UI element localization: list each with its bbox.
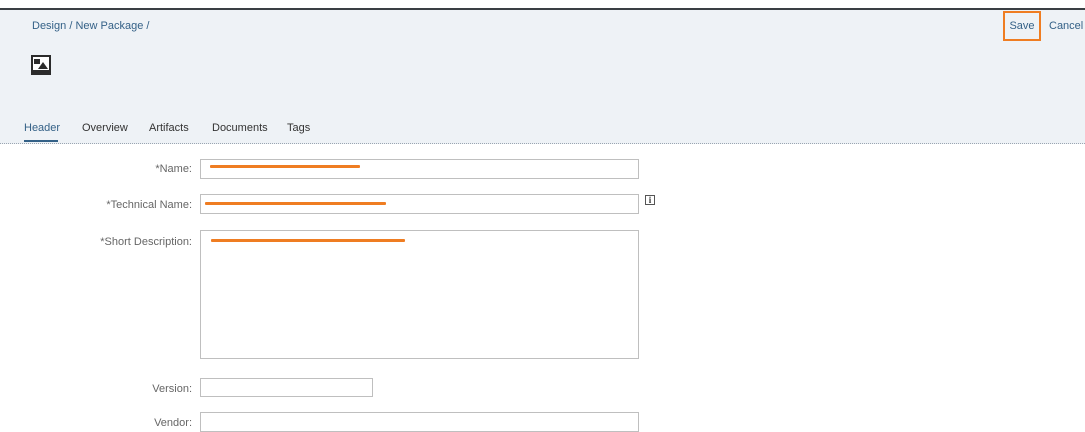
vendor-label: Vendor: [154, 417, 192, 429]
tab-artifacts[interactable]: Artifacts [149, 122, 189, 134]
breadcrumb-separator: / [146, 20, 150, 32]
info-icon[interactable]: i [645, 195, 655, 205]
redaction-mark [210, 165, 360, 168]
tab-tags[interactable]: Tags [287, 122, 310, 134]
version-label: Version: [152, 383, 192, 395]
breadcrumb-item-new-package[interactable]: New Package [75, 20, 143, 32]
cancel-button[interactable]: Cancel [1049, 11, 1083, 41]
tab-divider [0, 143, 1085, 144]
breadcrumb-item-design[interactable]: Design [32, 20, 66, 32]
tab-overview[interactable]: Overview [82, 122, 128, 134]
technical-name-label: *Technical Name: [106, 199, 192, 211]
short-description-textarea[interactable] [200, 230, 639, 359]
short-description-label: *Short Description: [100, 236, 192, 248]
save-button[interactable]: Save [1003, 11, 1041, 41]
redaction-mark [211, 239, 405, 242]
redaction-mark [205, 202, 386, 205]
tab-header[interactable]: Header [24, 122, 60, 134]
breadcrumb: Design / New Package / [32, 20, 149, 32]
name-label: *Name: [155, 163, 192, 175]
name-field[interactable] [200, 159, 639, 179]
breadcrumb-separator: / [69, 20, 73, 32]
technical-name-field[interactable] [200, 194, 639, 214]
tab-bar: Header Overview Artifacts Documents Tags [0, 112, 1085, 144]
tab-documents[interactable]: Documents [212, 122, 268, 134]
image-icon [30, 54, 52, 76]
vendor-field[interactable] [200, 412, 639, 432]
version-field[interactable] [200, 378, 373, 397]
active-tab-indicator [24, 140, 58, 142]
